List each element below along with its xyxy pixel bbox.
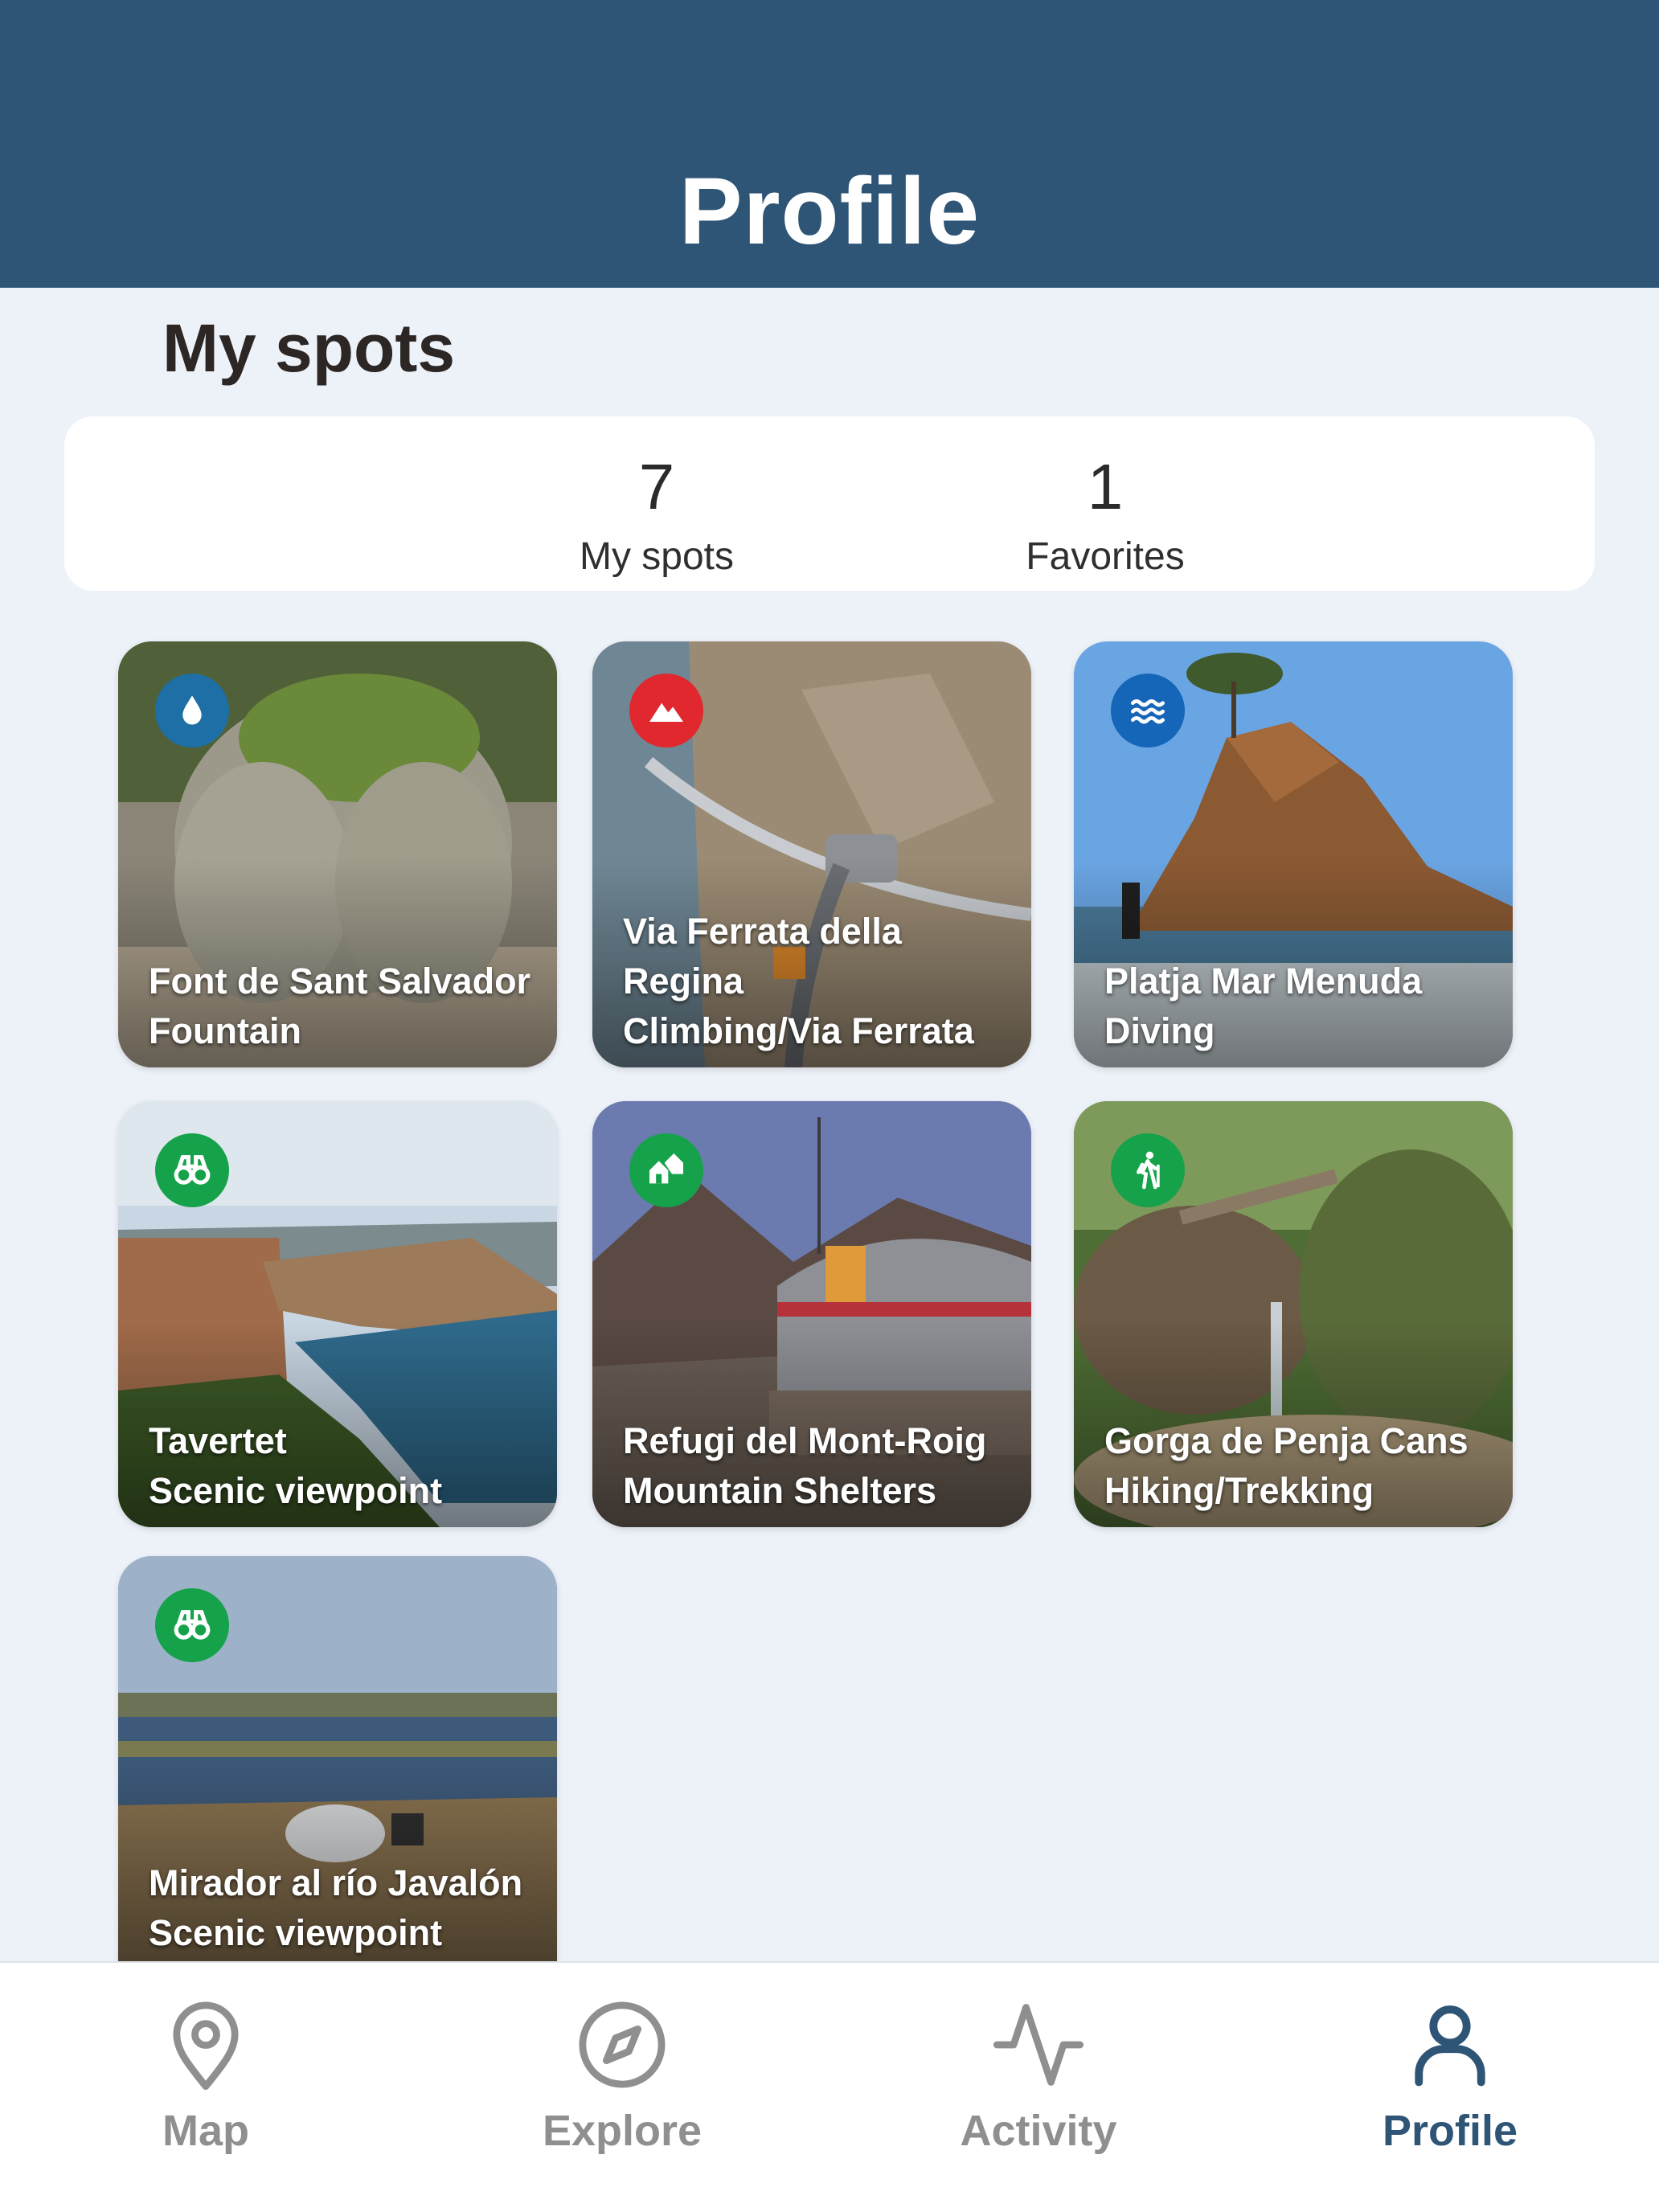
- houses-icon: [649, 1153, 683, 1184]
- mountain-icon: [649, 703, 683, 722]
- spot-card[interactable]: Via Ferrata della Regina Climbing/Via Fe…: [592, 641, 1031, 1067]
- water-drop-icon: [182, 695, 202, 725]
- spot-caption: Platja Mar Menuda Diving: [1104, 956, 1501, 1056]
- user-icon: [1415, 2005, 1485, 2087]
- spot-name: Mirador al río Javalón: [149, 1862, 523, 1903]
- tab-label: Explore: [542, 2107, 703, 2155]
- spot-name: Font de Sant Salvador: [149, 961, 531, 1002]
- tab-profile[interactable]: Profile: [1305, 1963, 1595, 2212]
- spot-category: Mountain Shelters: [623, 1470, 937, 1511]
- binoculars-icon: [174, 1610, 211, 1640]
- spot-card[interactable]: Gorga de Penja Cans Hiking/Trekking: [1074, 1101, 1513, 1527]
- spot-name: Platja Mar Menuda: [1104, 961, 1423, 1002]
- stats-card: 7 My spots 1 Favorites: [64, 416, 1595, 591]
- category-badge: [1111, 674, 1185, 748]
- spot-name-line: Regina: [623, 961, 744, 1002]
- tab-label: Map: [162, 2107, 249, 2155]
- spot-name: Gorga de Penja Cans: [1104, 1420, 1469, 1461]
- spot-card[interactable]: Font de Sant Salvador Fountain: [118, 641, 557, 1067]
- stat-value: 1: [1087, 451, 1124, 522]
- category-badge: [629, 1133, 703, 1207]
- category-badge: [155, 1588, 229, 1662]
- category-badge: [155, 1133, 229, 1207]
- category-badge: [1111, 1133, 1185, 1207]
- tab-explore[interactable]: Explore: [477, 1963, 767, 2212]
- spot-category: Hiking/Trekking: [1104, 1470, 1374, 1511]
- spot-caption: Tavertet Scenic viewpoint: [149, 1416, 546, 1516]
- spot-card[interactable]: Refugi del Mont-Roig Mountain Shelters: [592, 1101, 1031, 1527]
- spot-category: Scenic viewpoint: [149, 1912, 443, 1953]
- spot-name-line: Via Ferrata della: [623, 911, 902, 952]
- spot-category: Fountain: [149, 1010, 301, 1051]
- spot-caption: Via Ferrata della Regina Climbing/Via Fe…: [623, 907, 1020, 1056]
- stat-label: Favorites: [1026, 535, 1185, 578]
- stat-my-spots[interactable]: 7 My spots: [496, 416, 817, 580]
- compass-icon: [579, 2001, 666, 2088]
- tab-label: Profile: [1382, 2107, 1518, 2155]
- spot-caption: Gorga de Penja Cans Hiking/Trekking: [1104, 1416, 1501, 1516]
- map-pin-icon: [173, 2001, 239, 2091]
- binoculars-icon: [174, 1155, 211, 1185]
- section-title: My spots: [162, 310, 456, 386]
- spot-category: Scenic viewpoint: [149, 1470, 443, 1511]
- spot-category: Climbing/Via Ferrata: [623, 1010, 974, 1051]
- spot-category: Diving: [1104, 1010, 1215, 1051]
- spot-card[interactable]: Mirador al río Javalón Scenic viewpoint: [118, 1556, 557, 1961]
- spot-card[interactable]: Tavertet Scenic viewpoint: [118, 1101, 557, 1527]
- tab-map[interactable]: Map: [61, 1963, 350, 2212]
- spot-card[interactable]: Platja Mar Menuda Diving: [1074, 641, 1513, 1067]
- category-badge: [629, 674, 703, 748]
- activity-icon: [993, 2004, 1084, 2086]
- spot-caption: Font de Sant Salvador Fountain: [149, 956, 546, 1056]
- spot-name: Refugi del Mont-Roig: [623, 1420, 987, 1461]
- spot-caption: Refugi del Mont-Roig Mountain Shelters: [623, 1416, 1020, 1516]
- hiker-icon: [1137, 1151, 1160, 1190]
- tab-label: Activity: [960, 2107, 1117, 2155]
- spot-name: Tavertet: [149, 1420, 287, 1461]
- stat-favorites[interactable]: 1 Favorites: [944, 416, 1266, 580]
- category-badge: [155, 674, 229, 748]
- page-title: Profile: [678, 158, 981, 264]
- spot-caption: Mirador al río Javalón Scenic viewpoint: [149, 1858, 546, 1958]
- stat-label: My spots: [579, 535, 735, 578]
- app-header: Profile: [0, 0, 1659, 288]
- bottom-tab-bar: Map Explore Activity Profile: [0, 1961, 1659, 2212]
- stat-value: 7: [638, 451, 675, 522]
- tab-activity[interactable]: Activity: [894, 1963, 1183, 2212]
- waves-icon: [1131, 699, 1165, 724]
